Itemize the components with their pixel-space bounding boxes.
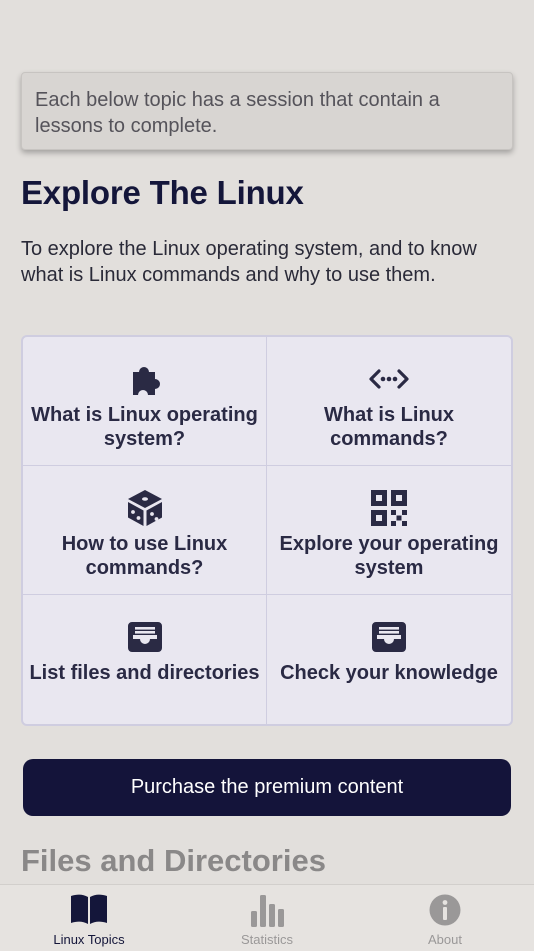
info-icon [425, 891, 465, 929]
dice-icon [125, 488, 165, 528]
tab-linux-topics[interactable]: Linux Topics [0, 885, 178, 951]
topic-label: What is Linux commands? [324, 404, 454, 450]
tab-label: Linux Topics [53, 932, 125, 947]
topic-check-knowledge[interactable]: Check your knowledge [267, 595, 511, 724]
tab-statistics[interactable]: Statistics [178, 885, 356, 951]
page-title: Explore The Linux [21, 174, 304, 211]
tab-bar: Linux Topics Statistics About [0, 884, 534, 951]
code-arrows-icon [369, 359, 409, 399]
topics-grid: What is Linux operating system? What is … [21, 335, 513, 726]
inbox-tray-icon [125, 617, 165, 657]
tab-about[interactable]: About [356, 885, 534, 951]
tab-label: About [428, 932, 462, 947]
topic-list-files[interactable]: List files and directories [23, 595, 267, 724]
open-book-icon [69, 891, 109, 929]
tab-label: Statistics [240, 932, 293, 947]
topic-label: List files and directories [29, 662, 260, 684]
topic-what-is-linux-os[interactable]: What is Linux operating system? [23, 337, 267, 466]
topic-label: Explore your operating system [279, 533, 499, 579]
page-intro: To explore the Linux operating system, a… [21, 238, 477, 286]
topic-what-is-linux-commands[interactable]: What is Linux commands? [267, 337, 511, 466]
inbox-tray-icon [369, 617, 409, 657]
puzzle-icon [125, 359, 165, 399]
topic-explore-os[interactable]: Explore your operating system [267, 466, 511, 595]
topic-label: Check your knowledge [280, 662, 498, 684]
topic-label: What is Linux operating system? [31, 404, 258, 450]
info-notice: Each below topic has a session that cont… [21, 72, 513, 150]
purchase-premium-button[interactable]: Purchase the premium content [23, 759, 511, 816]
topic-label: How to use Linux commands? [61, 533, 228, 579]
qr-code-icon [369, 488, 409, 528]
topic-how-to-use-commands[interactable]: How to use Linux commands? [23, 466, 267, 595]
section-title-files-directories: Files and Directories [21, 843, 326, 878]
bar-chart-icon [247, 891, 287, 929]
